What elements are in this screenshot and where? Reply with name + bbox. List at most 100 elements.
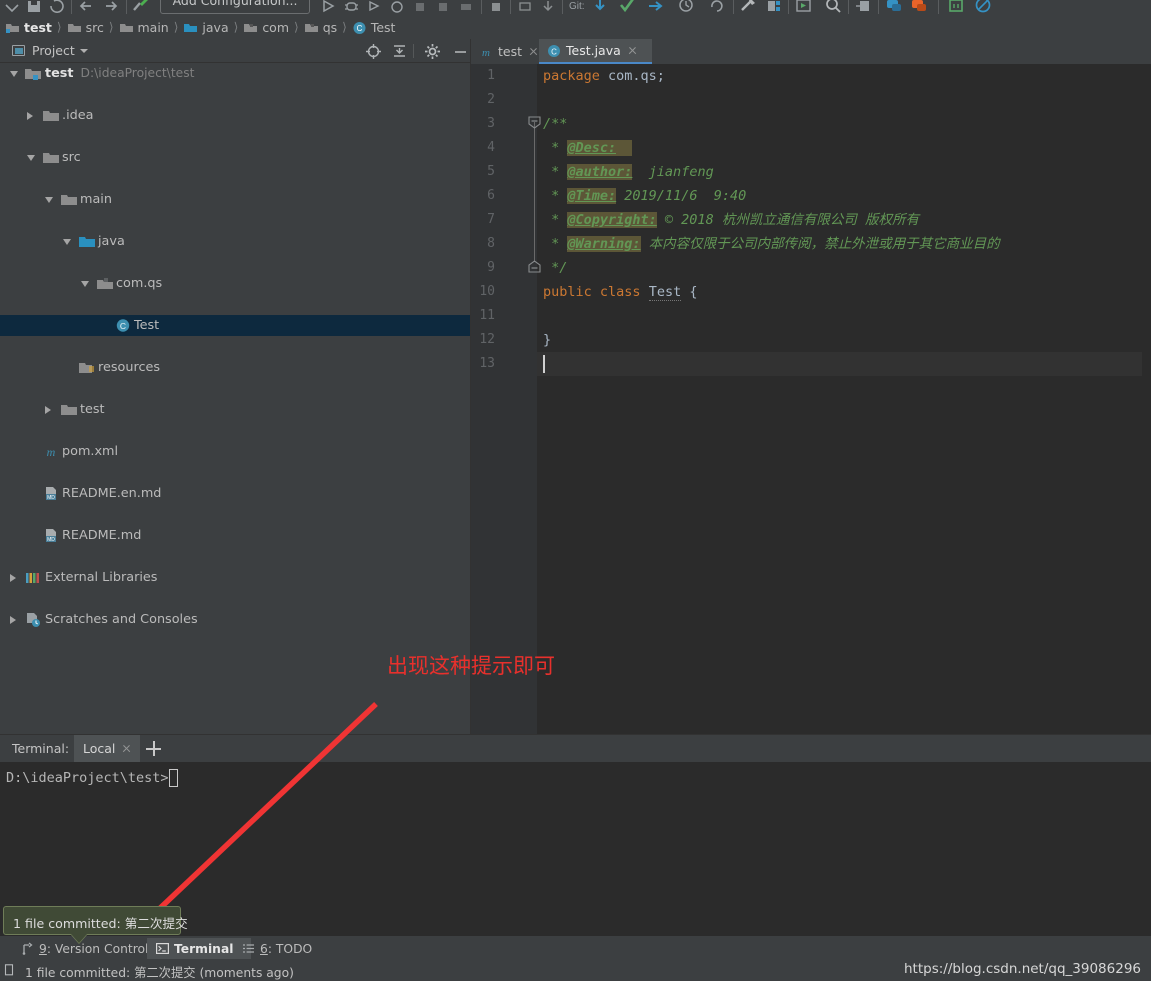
tree-item-label: com.qs <box>116 276 163 291</box>
debug-icon[interactable] <box>341 0 361 14</box>
module-icon <box>25 66 41 81</box>
breadcrumb-item-Test[interactable]: C Test <box>352 16 395 38</box>
tree-item-src[interactable]: src <box>0 147 470 168</box>
expand-arrow-icon[interactable] <box>10 616 16 624</box>
editor-scrollbar[interactable] <box>1142 89 1151 735</box>
run-configuration-selector[interactable]: Add Configuration... <box>160 0 310 14</box>
breadcrumb-item-main[interactable]: main <box>119 16 169 38</box>
wrench-icon[interactable] <box>738 0 758 14</box>
code-editor[interactable]: 1 2 3 4 5 6 7 8 9 10 11 12 13 package co… <box>471 64 1151 735</box>
notification-balloon[interactable]: 1 file committed: 第二次提交 <box>3 906 188 935</box>
line-number: 4 <box>487 140 495 155</box>
build-icon[interactable] <box>131 0 151 14</box>
idea-plugin-icon[interactable] <box>946 0 966 14</box>
save-all-icon[interactable] <box>24 0 44 14</box>
event-log-icon[interactable] <box>4 964 16 976</box>
vcs-commit-icon[interactable] <box>617 0 637 14</box>
expand-arrow-icon[interactable] <box>45 197 53 203</box>
tree-item-java[interactable]: java <box>0 231 470 252</box>
tree-item-label: test <box>80 402 105 417</box>
back-icon[interactable] <box>76 0 96 14</box>
markdown-icon: MD <box>43 486 59 501</box>
tree-item-resources[interactable]: resources <box>0 357 470 378</box>
terminal-tab-label: Local <box>83 741 116 756</box>
gear-icon[interactable] <box>424 43 441 60</box>
vcs-rollback-icon[interactable] <box>707 0 727 14</box>
chevron-down-icon[interactable] <box>80 49 88 53</box>
expand-arrow-icon[interactable] <box>45 406 51 414</box>
breadcrumb-item-src[interactable]: src <box>67 16 104 38</box>
svg-text:m: m <box>47 445 56 459</box>
tree-item-label: resources <box>98 360 161 375</box>
minimize-icon[interactable] <box>452 43 469 60</box>
tree-item-pom-xml[interactable]: m pom.xml <box>0 441 470 462</box>
forward-icon[interactable] <box>101 0 121 14</box>
breadcrumb-separator: ⟩ <box>342 20 347 34</box>
close-icon[interactable] <box>529 47 531 56</box>
tool-window-todo[interactable]: 6: TODO <box>233 938 321 959</box>
version-control-icon <box>21 942 34 955</box>
idea-window: Add Configuration... Git: test ⟩ src ⟩ m… <box>0 0 1151 981</box>
code-line-10: public class Test { <box>543 284 698 301</box>
expand-arrow-icon[interactable] <box>81 281 89 287</box>
open-icon[interactable] <box>2 0 22 14</box>
source-folder-icon <box>183 20 198 35</box>
stop-icon[interactable] <box>486 0 506 14</box>
sync-icon[interactable] <box>47 0 67 14</box>
profile-icon[interactable] <box>387 0 407 14</box>
search-icon[interactable] <box>823 0 843 14</box>
libraries-icon <box>25 570 41 585</box>
editor-tab-test[interactable]: m test <box>471 39 539 64</box>
terminal-icon <box>156 942 170 955</box>
structure-icon[interactable] <box>764 0 784 14</box>
project-window-icon <box>12 45 25 56</box>
save-db-icon[interactable] <box>853 0 873 14</box>
editor-tab-Test-java[interactable]: C Test.java <box>539 39 652 64</box>
tree-item-external-libraries[interactable]: External Libraries <box>0 567 470 588</box>
add-terminal-tab-icon[interactable] <box>146 741 161 756</box>
circle-blue-icon[interactable] <box>973 0 993 14</box>
close-icon[interactable] <box>122 744 131 753</box>
breadcrumb-item-qs[interactable]: qs <box>304 16 337 38</box>
tree-item-readme-en[interactable]: MD README.en.md <box>0 483 470 504</box>
breadcrumb-item-com[interactable]: com <box>243 16 289 38</box>
expand-arrow-icon[interactable] <box>10 71 18 77</box>
vcs-update-icon[interactable] <box>590 0 610 14</box>
toggle-icon[interactable] <box>515 0 535 14</box>
chat-orange-icon[interactable] <box>909 0 929 14</box>
breadcrumb-separator: ⟩ <box>56 20 62 34</box>
tree-item-idea[interactable]: .idea <box>0 105 470 126</box>
tree-item-Test[interactable]: C Test <box>0 315 470 336</box>
expand-arrow-icon[interactable] <box>63 239 71 245</box>
project-tree[interactable]: test D:\ideaProject\test .idea src main <box>0 63 470 735</box>
code-line-1: package com.qs; <box>543 68 665 84</box>
expand-arrow-icon[interactable] <box>27 155 35 161</box>
code-content[interactable]: package com.qs; /** * @Desc: * @author: … <box>537 64 1151 735</box>
terminal-tab-local[interactable]: Local <box>74 735 141 762</box>
close-icon[interactable] <box>628 46 637 55</box>
code-line-6: * @Time: 2019/11/6 9:40 <box>543 188 747 204</box>
tree-item-test-folder[interactable]: test <box>0 399 470 420</box>
tree-item-readme[interactable]: MD README.md <box>0 525 470 546</box>
chat-blue-icon[interactable] <box>884 0 904 14</box>
expand-arrow-icon[interactable] <box>10 574 16 582</box>
breadcrumb-label: com <box>262 19 290 35</box>
tree-item-com-qs[interactable]: com.qs <box>0 273 470 294</box>
tree-item-scratches[interactable]: Scratches and Consoles <box>0 609 470 630</box>
update-project-icon[interactable] <box>538 0 558 14</box>
breadcrumb-item-java[interactable]: java <box>183 16 229 38</box>
tool-window-shortcut: 9 <box>39 941 47 956</box>
tree-item-test-root[interactable]: test D:\ideaProject\test <box>0 63 470 84</box>
breadcrumb-item-test[interactable]: test <box>5 16 52 38</box>
code-line-12: } <box>543 332 552 348</box>
tree-item-main[interactable]: main <box>0 189 470 210</box>
tree-item-label: java <box>98 234 125 249</box>
external-tools-icon[interactable] <box>793 0 813 14</box>
collapse-all-icon[interactable] <box>391 43 408 60</box>
vcs-history-icon[interactable] <box>676 0 696 14</box>
run-icon[interactable] <box>318 0 338 14</box>
expand-arrow-icon[interactable] <box>27 112 33 120</box>
vcs-push-icon[interactable] <box>645 0 665 14</box>
run-with-coverage-icon[interactable] <box>364 0 384 14</box>
locate-target-icon[interactable] <box>365 43 382 60</box>
